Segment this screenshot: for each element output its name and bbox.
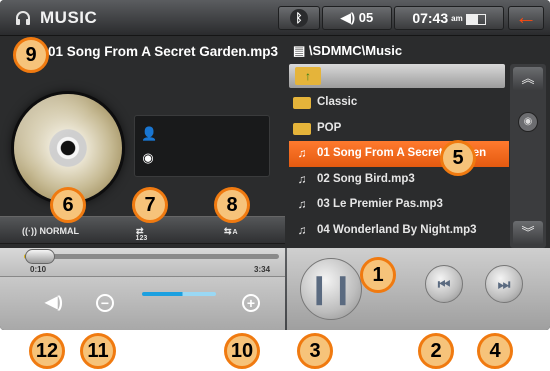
plus-icon: + <box>246 295 256 311</box>
album-icon: ◉ <box>142 150 154 165</box>
file-item[interactable]: ♫ 04 Wonderland By Night.mp3 <box>289 218 509 244</box>
app-title: MUSIC <box>40 8 98 27</box>
folder-item[interactable]: Classic <box>289 90 509 116</box>
speaker-icon: ◀) <box>340 10 356 25</box>
repeat-mode-button[interactable]: ⇆A <box>224 226 238 237</box>
minus-icon: − <box>100 295 110 311</box>
back-button[interactable]: ← <box>508 6 544 30</box>
path-bar: ▤ \SDMMC\Music <box>289 40 547 62</box>
transport-area: ❙❙ ⏮ ⏭ <box>287 248 550 330</box>
scroll-down-button[interactable]: ︾ <box>513 221 543 245</box>
callout-2: 2 <box>418 333 454 369</box>
scroll-up-button[interactable]: ︽ <box>513 67 543 91</box>
item-label: 03 Le Premier Pas.mp3 <box>317 198 443 210</box>
folder-item[interactable]: POP <box>289 116 509 142</box>
callout-12: 12 <box>29 333 65 369</box>
bluetooth-icon: ᛒ <box>290 9 308 27</box>
folder-up-button[interactable]: ↑ <box>289 64 505 88</box>
repeat-mode-label: A <box>232 229 238 236</box>
music-note-icon: ♫ <box>297 146 307 160</box>
music-note-icon: ♫ <box>297 197 307 211</box>
top-bar: MUSIC ᛒ ◀) 05 07:43 am ← <box>0 0 550 36</box>
battery-icon <box>465 13 486 25</box>
callout-6: 6 <box>50 187 86 223</box>
current-path: \SDMMC\Music <box>308 43 403 58</box>
clock-time: 07:43 <box>412 10 449 26</box>
callout-7: 7 <box>132 187 168 223</box>
previous-button[interactable]: ⏮ <box>425 265 463 303</box>
next-button[interactable]: ⏭ <box>485 265 523 303</box>
artist-icon: 👤 <box>141 126 158 141</box>
eq-mode-label: NORMAL <box>39 226 80 236</box>
item-label: Classic <box>317 96 358 108</box>
callout-1: 1 <box>360 257 396 293</box>
now-playing-title: 01 Song From A Secret Garden.mp3 <box>48 44 279 59</box>
play-order-label: 123 <box>135 235 148 242</box>
eq-mode-button[interactable]: ((·)) NORMAL <box>22 226 79 236</box>
pause-icon: ❙❙ <box>307 273 355 304</box>
music-note-icon: ♫ <box>297 222 307 237</box>
clock-status: 07:43 am <box>394 6 504 30</box>
volume-area: ◀) − + <box>0 276 285 330</box>
callout-9: 9 <box>13 37 49 73</box>
callout-3: 3 <box>297 333 333 369</box>
mute-button[interactable]: ◀) <box>40 289 68 317</box>
play-pause-button[interactable]: ❙❙ <box>300 258 362 320</box>
play-order-button[interactable]: ⇄123 <box>136 226 155 242</box>
callout-5: 5 <box>440 140 476 176</box>
back-arrow-icon: ← <box>515 4 537 29</box>
previous-track-icon: ⏮ <box>437 276 451 292</box>
control-panel: 0:10 3:34 ◀) − + ❙❙ ⏮ ⏭ <box>0 248 550 330</box>
screen: MUSIC ᛒ ◀) 05 07:43 am ← 01 Song From A S… <box>0 0 550 371</box>
chevron-up-icon: ︽ <box>521 71 535 86</box>
file-item[interactable]: ♫ 03 Le Premier Pas.mp3 <box>289 192 509 218</box>
file-item[interactable]: ♫ 02 Song Bird.mp3 <box>289 167 509 193</box>
music-note-icon: ♫ <box>297 171 307 186</box>
callout-11: 11 <box>80 333 116 369</box>
next-track-icon: ⏭ <box>497 276 511 292</box>
volume-up-button[interactable]: + <box>242 294 260 312</box>
folder-icon <box>293 122 311 135</box>
chevron-down-icon: ︾ <box>521 225 535 240</box>
speaker-icon: ◀) <box>45 294 63 311</box>
volume-level: 05 <box>358 10 374 25</box>
volume-slider[interactable] <box>142 292 216 296</box>
total-time: 3:34 <box>254 265 271 274</box>
document-icon: ▤ <box>293 43 306 58</box>
elapsed-time: 0:10 <box>30 265 47 274</box>
callout-10: 10 <box>224 333 260 369</box>
headphones-icon <box>14 9 32 27</box>
cd-shine <box>14 94 122 202</box>
file-list: Classic POP ♫ 01 Song From A Secret Garden ♫… <box>289 90 509 243</box>
callout-4: 4 <box>477 333 513 369</box>
repeat-icon: ⇆ <box>224 226 232 236</box>
progress-thumb[interactable] <box>24 249 55 264</box>
item-label: POP <box>317 121 342 134</box>
volume-status[interactable]: ◀) 05 <box>322 6 392 30</box>
file-item[interactable]: ♫ 01 Song From A Secret Garden <box>289 141 509 167</box>
item-label: 04 Wonderland By Night.mp3 <box>317 223 477 236</box>
scroll-knob[interactable]: ◉ <box>518 112 538 132</box>
progress-area: 0:10 3:34 <box>0 248 285 276</box>
folder-icon <box>293 97 311 109</box>
progress-track[interactable] <box>24 254 279 259</box>
volume-down-button[interactable]: − <box>96 294 114 312</box>
clock-suffix: am <box>451 14 463 24</box>
item-label: 02 Song Bird.mp3 <box>317 172 415 185</box>
list-scrollbar[interactable]: ︽ ◉ ︾ <box>510 64 546 248</box>
folder-up-icon: ↑ <box>295 67 321 85</box>
callout-8: 8 <box>214 187 250 223</box>
bluetooth-status[interactable]: ᛒ <box>278 6 320 30</box>
track-info-box: 👤 ◉ <box>134 115 270 177</box>
